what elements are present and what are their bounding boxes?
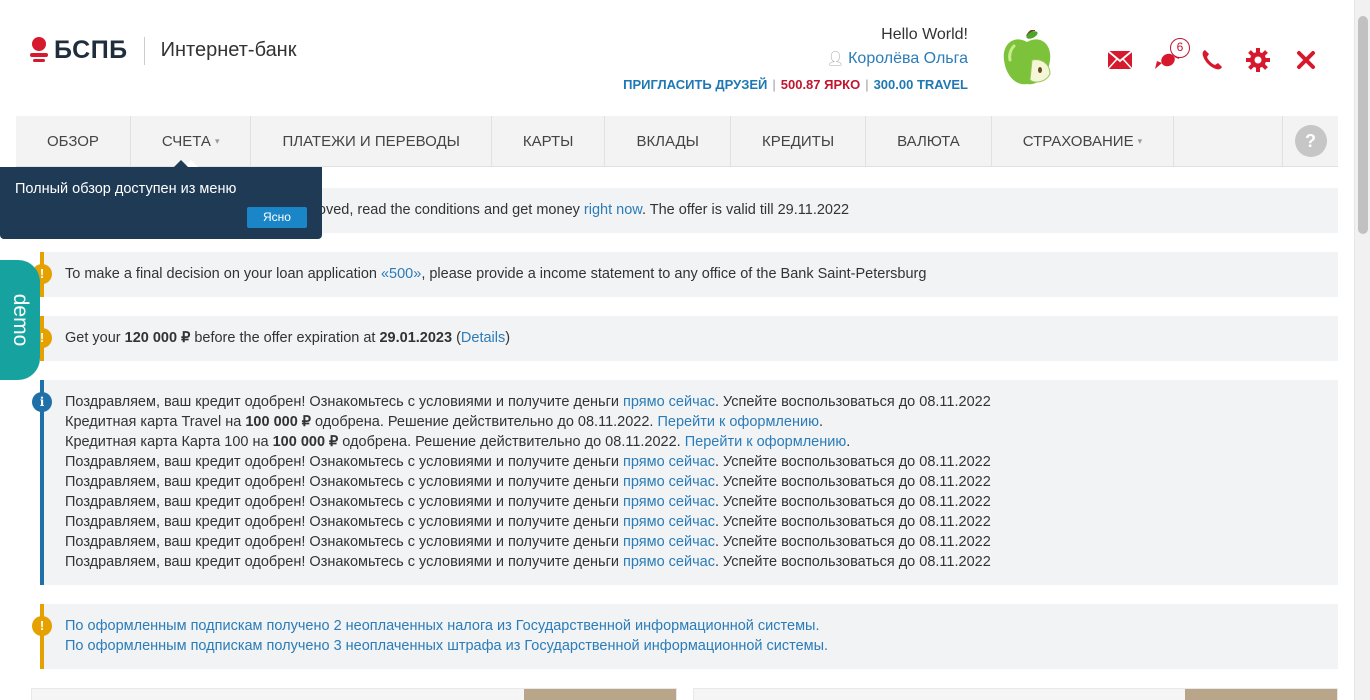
invite-friends-link[interactable]: ПРИГЛАСИТЬ ДРУЗЕЙ [623, 77, 767, 92]
nav-label: СЧЕТА [161, 132, 211, 150]
help-area: ? [1282, 116, 1338, 166]
apply-link[interactable]: Перейти к оформлению [657, 414, 818, 430]
nav-item-accounts[interactable]: СЧЕТА ▾ [131, 116, 252, 167]
get-money-link[interactable]: прямо сейчас [623, 534, 715, 550]
apple-avatar-icon[interactable] [1002, 30, 1052, 88]
right-now-link[interactable]: right now [584, 202, 642, 218]
list-item: Поздравляем, ваш кредит одобрен! Ознаком… [65, 474, 991, 490]
loan-application-link[interactable]: «500» [381, 266, 421, 282]
notice-text: To make a final decision on your loan ap… [65, 266, 927, 282]
get-money-link[interactable]: прямо сейчас [623, 394, 715, 410]
logo[interactable]: БСПБ Интернет-банк [30, 36, 296, 65]
nav-label: ВАЛЮТА [897, 132, 960, 150]
list-item: Поздравляем, ваш кредит одобрен! Ознаком… [65, 394, 991, 410]
list-item: Поздравляем, ваш кредит одобрен! Ознаком… [65, 534, 991, 550]
nav-label: КРЕДИТЫ [761, 132, 835, 150]
main-nav: ОБЗОР СЧЕТА ▾ ПЛАТЕЖИ И ПЕРЕВОДЫ КАРТЫ ВК… [16, 116, 1338, 167]
nav-label: ВКЛАДЫ [636, 132, 699, 150]
list-item: Поздравляем, ваш кредит одобрен! Ознаком… [65, 554, 991, 570]
user-panel: Hello World! 👤︎ Королёва Ольга ПРИГЛАСИТЬ… [623, 26, 968, 92]
user-stats: ПРИГЛАСИТЬ ДРУЗЕЙ | 500.87 ЯРКО | 300.00 TRA… [623, 77, 968, 92]
promo-image [1185, 689, 1337, 700]
unpaid-taxes-link[interactable]: По оформленным подпискам получено 2 неоп… [65, 618, 820, 634]
nav-label: КАРТЫ [522, 132, 574, 150]
got-it-button[interactable]: Ясно [247, 207, 307, 228]
nav-label: ОБЗОР [47, 132, 99, 150]
apply-link[interactable]: Перейти к оформлению [685, 434, 846, 450]
demo-tab[interactable]: demo [0, 260, 40, 380]
greeting: Hello World! [881, 26, 968, 43]
travel-balance[interactable]: 300.00 TRAVEL [874, 77, 968, 92]
notice-gis-subscriptions: ! По оформленным подпискам получено 2 не… [32, 604, 1338, 669]
notifications-badge: 6 [1170, 38, 1190, 58]
help-icon[interactable]: ? [1294, 125, 1327, 157]
demo-label: demo [9, 293, 32, 347]
list-item: По оформленным подпискам получено 2 неоп… [65, 616, 1338, 636]
nav-item-insurance[interactable]: СТРАХОВАНИЕ ▾ [992, 116, 1175, 166]
promo-image [524, 689, 676, 700]
get-money-link[interactable]: прямо сейчас [623, 474, 715, 490]
brand-name: БСПБ [54, 36, 128, 64]
user-icon: 👤︎ [826, 50, 845, 66]
tooltip-text: Полный обзор доступен из меню [15, 181, 237, 197]
nav-label: ПЛАТЕЖИ И ПЕРЕВОДЫ [282, 132, 460, 150]
nav-item-credits[interactable]: КРЕДИТЫ [731, 116, 867, 166]
get-money-link[interactable]: прямо сейчас [623, 554, 715, 570]
notice-loan-decision: ! To make a final decision on your loan … [32, 252, 1338, 297]
user-name-link[interactable]: 👤︎ Королёва Ольга [623, 50, 968, 68]
mail-icon[interactable] [1104, 42, 1136, 78]
list-item: Поздравляем, ваш кредит одобрен! Ознаком… [65, 494, 991, 510]
yarko-balance[interactable]: 500.87 ЯРКО [781, 77, 860, 92]
scrollbar-thumb[interactable] [1358, 16, 1368, 234]
nav-item-deposits[interactable]: ВКЛАДЫ [605, 116, 731, 166]
nav-item-payments[interactable]: ПЛАТЕЖИ И ПЕРЕВОДЫ [251, 116, 492, 166]
chevron-down-icon: ▾ [1137, 135, 1143, 146]
gear-icon[interactable] [1242, 42, 1274, 78]
nav-item-overview[interactable]: ОБЗОР [16, 116, 131, 166]
promo-card[interactable] [31, 688, 677, 700]
info-icon: i [32, 392, 52, 412]
nav-item-cards[interactable]: КАРТЫ [492, 116, 606, 166]
get-money-link[interactable]: прямо сейчас [623, 454, 715, 470]
tooltip-arrow [174, 160, 188, 167]
notice-offer-expiration: ! Get your 120 000 ₽ before the offer ex… [32, 316, 1338, 361]
scrollbar[interactable] [1354, 0, 1370, 700]
header: БСПБ Интернет-банк Hello World! 👤︎ Королё… [0, 0, 1354, 116]
logo-mark-icon [30, 36, 48, 65]
close-icon[interactable] [1290, 42, 1322, 78]
chevron-down-icon: ▾ [214, 135, 220, 146]
phone-icon[interactable] [1196, 42, 1228, 78]
promo-card[interactable] [693, 688, 1338, 700]
list-item: По оформленным подпискам получено 3 неоп… [65, 636, 1338, 656]
candy-icon[interactable]: 6 [1152, 38, 1190, 78]
list-item: Кредитная карта Карта 100 на 100 000 ₽ о… [65, 434, 851, 450]
page: БСПБ Интернет-банк Hello World! 👤︎ Королё… [0, 0, 1370, 700]
menu-hint-tooltip: Полный обзор доступен из меню Ясно [0, 160, 322, 239]
list-item: Кредитная карта Travel на 100 000 ₽ одоб… [65, 414, 823, 430]
warning-icon: ! [32, 616, 52, 636]
unpaid-fines-link[interactable]: По оформленным подпискам получено 3 неоп… [65, 638, 828, 654]
logo-divider [143, 36, 145, 65]
notice-credit-approvals: i Поздравляем, ваш кредит одобрен! Ознак… [32, 380, 1338, 585]
separator: | [772, 77, 776, 92]
user-name: Королёва Ольга [848, 50, 968, 67]
nav-label: СТРАХОВАНИЕ [1022, 132, 1134, 150]
notice-text: Get your 120 000 ₽ before the offer expi… [65, 330, 511, 346]
brand-subtitle: Интернет-банк [160, 39, 297, 61]
list-item: Поздравляем, ваш кредит одобрен! Ознаком… [65, 514, 991, 530]
details-link[interactable]: Details [461, 330, 505, 346]
get-money-link[interactable]: прямо сейчас [623, 514, 715, 530]
get-money-link[interactable]: прямо сейчас [623, 494, 715, 510]
nav-item-currency[interactable]: ВАЛЮТА [866, 116, 992, 166]
separator: | [865, 77, 869, 92]
list-item: Поздравляем, ваш кредит одобрен! Ознаком… [65, 454, 991, 470]
